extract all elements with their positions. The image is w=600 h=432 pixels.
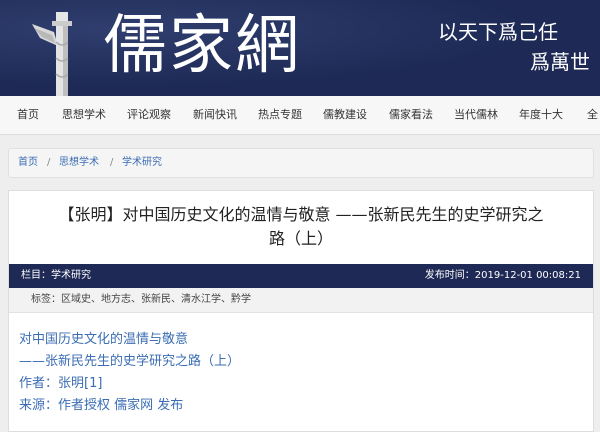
breadcrumb-thought[interactable]: 思想学术 [59, 149, 99, 177]
article-title-line-1: 【张明】对中国历史文化的温情与敬意 ——张新民先生的史学研究之 [58, 205, 544, 224]
article-body-line: 来源：作者授权 儒家网 发布 [19, 398, 184, 413]
article-column-label[interactable]: 栏目：学术研究 [21, 264, 91, 288]
article-body-line: 对中国历史文化的温情与敬意 [19, 332, 189, 347]
article-body: 对中国历史文化的温情与敬意 ——张新民先生的史学研究之路（上） 作者：张明[1]… [19, 329, 579, 417]
article-meta-bar: 栏目：学术研究 发布时间：2019-12-01 00:08:21 [9, 264, 593, 288]
nav-item-annual-top10[interactable]: 年度十大 [519, 96, 563, 134]
breadcrumb-research[interactable]: 学术研究 [122, 149, 162, 177]
nav-item-news[interactable]: 新闻快讯 [193, 96, 237, 134]
article-card: 【张明】对中国历史文化的温情与敬意 ——张新民先生的史学研究之 路（上） 栏目：… [8, 190, 594, 432]
nav-item-topics[interactable]: 热点专题 [258, 96, 302, 134]
nav-item-scholars[interactable]: 当代儒林 [454, 96, 498, 134]
slogan-line-1: 以天下爲己任 [438, 20, 558, 44]
article-body-line: 作者：张明[1] [19, 376, 103, 391]
site-banner: 儒家網 以天下爲己任 爲萬世 [0, 0, 600, 96]
nav-item-views[interactable]: 儒家看法 [389, 96, 433, 134]
nav-item-home[interactable]: 首页 [17, 96, 39, 134]
article-title-line-2: 路（上） [268, 229, 333, 248]
huabiao-pillar-icon [32, 12, 72, 96]
slogan-line-2: 爲萬世 [530, 50, 590, 74]
nav-item-confucianism-building[interactable]: 儒教建设 [323, 96, 367, 134]
article-publish-time: 发布时间：2019-12-01 00:08:21 [424, 270, 581, 281]
article-body-line: ——张新民先生的史学研究之路（上） [19, 354, 241, 369]
breadcrumb-separator: / [110, 157, 114, 168]
article-tags[interactable]: 标签：区域史、地方志、张新民、清水江学、黔学 [31, 288, 251, 312]
article-tags-bar: 标签：区域史、地方志、张新民、清水江学、黔学 [9, 288, 593, 313]
article-title: 【张明】对中国历史文化的温情与敬意 ——张新民先生的史学研究之 路（上） [9, 203, 593, 251]
nav-item-more[interactable]: 全 [587, 96, 598, 134]
breadcrumb-separator: / [47, 157, 51, 168]
breadcrumb-home[interactable]: 首页 [18, 149, 38, 177]
site-logo[interactable]: 儒家網 [103, 6, 301, 86]
breadcrumb: 首页 / 思想学术 / 学术研究 [8, 148, 594, 178]
main-nav: 首页 思想学术 评论观察 新闻快讯 热点专题 儒教建设 儒家看法 当代儒林 年度… [0, 96, 600, 135]
nav-item-thought[interactable]: 思想学术 [62, 96, 106, 134]
nav-item-commentary[interactable]: 评论观察 [127, 96, 171, 134]
